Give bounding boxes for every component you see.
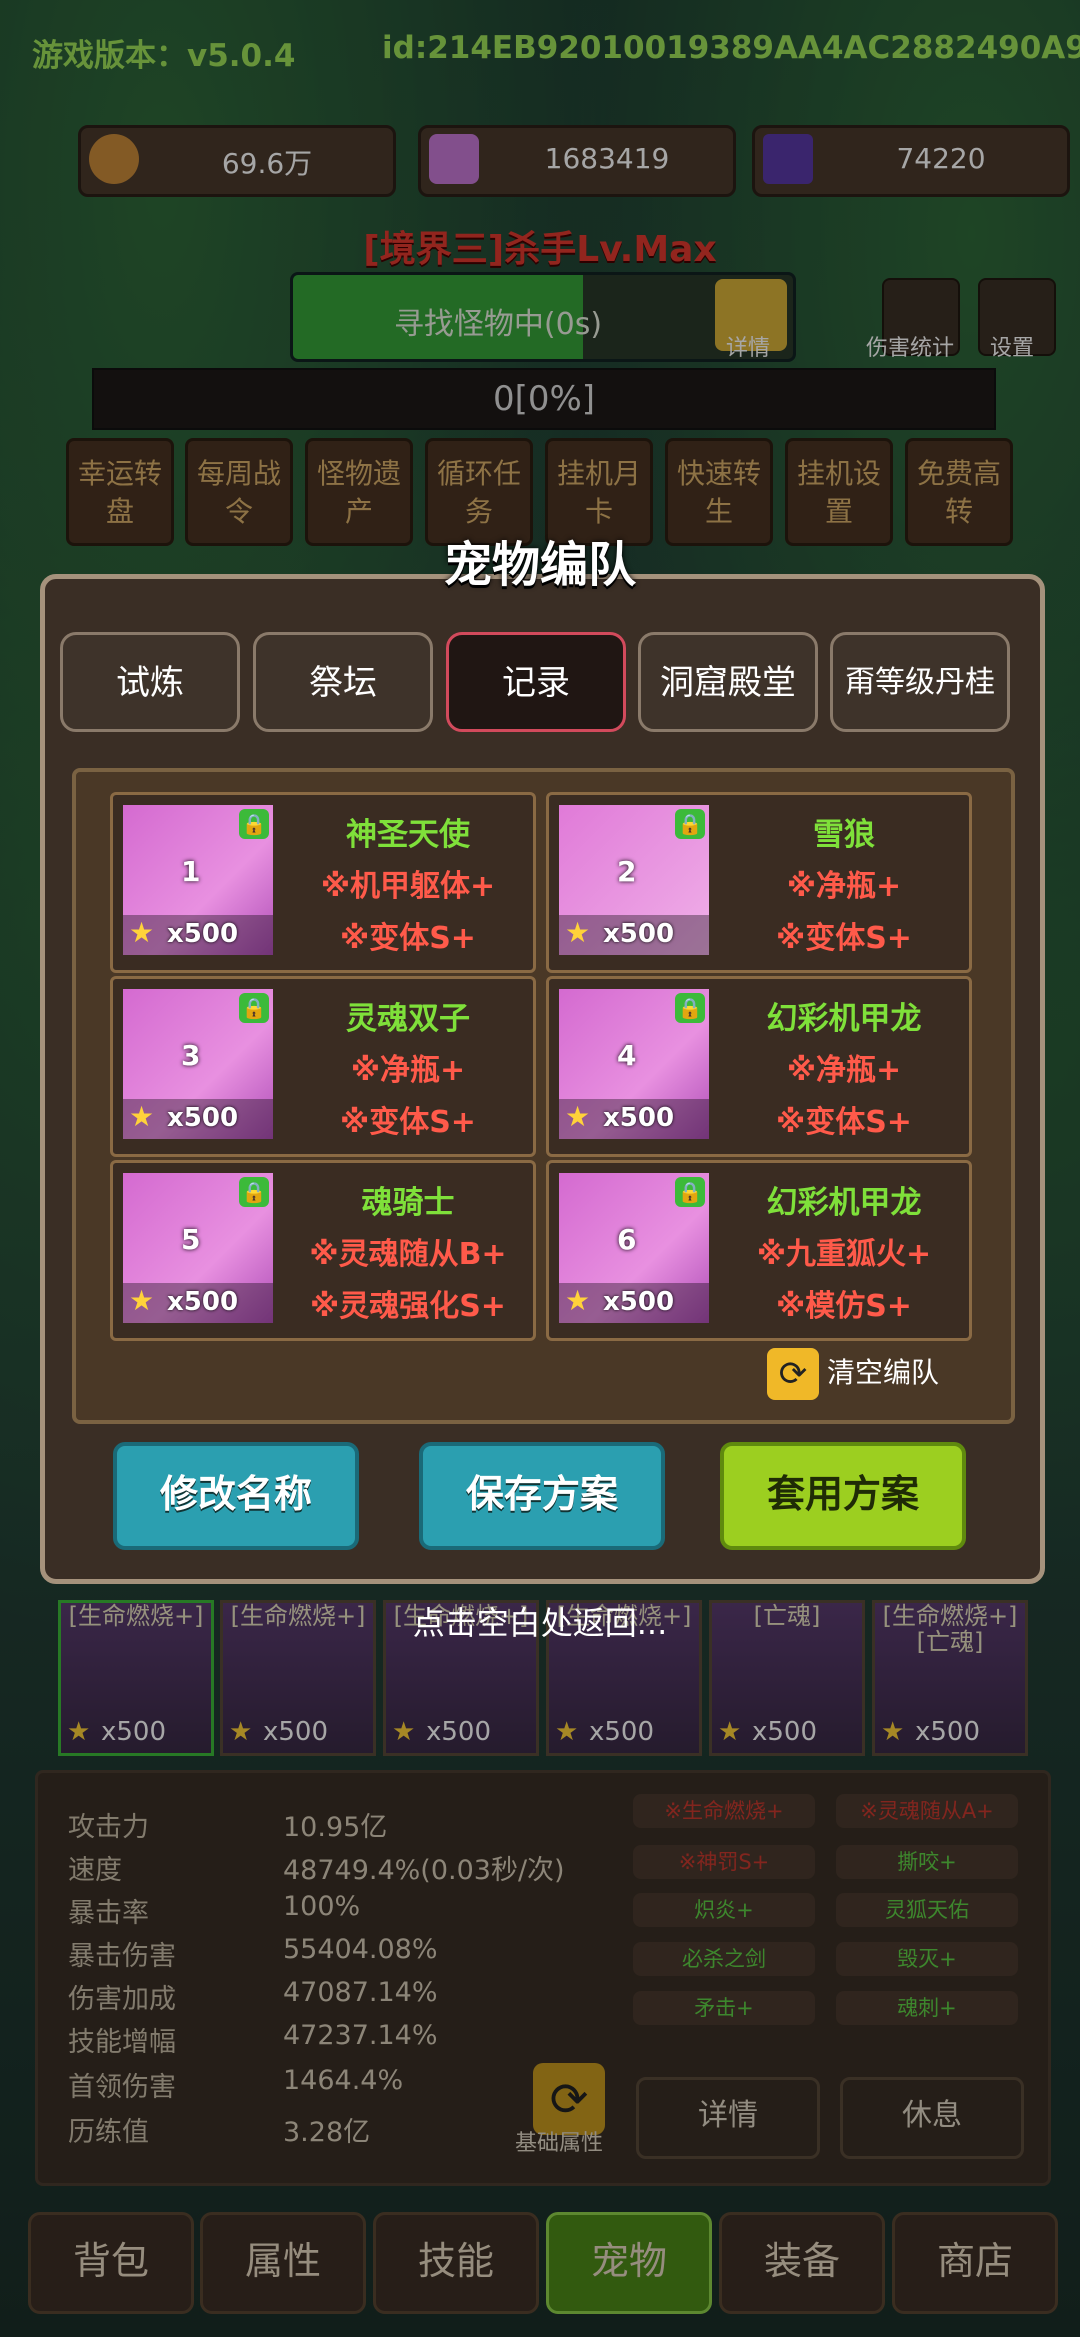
pet-name: 神圣天使: [346, 817, 470, 853]
pet-count: x500: [167, 1287, 239, 1317]
save-plan-button[interactable]: 保存方案: [419, 1442, 665, 1550]
pet-skill: ※灵魂随从B+: [309, 1237, 507, 1272]
pet-portrait: 🔒 5 ★ x500: [123, 1173, 273, 1323]
star-icon: ★: [565, 1100, 591, 1133]
star-icon: ★: [565, 916, 591, 949]
pet-skill: ※净瓶+: [786, 869, 902, 904]
pet-name: 灵魂双子: [346, 1001, 470, 1037]
lock-icon[interactable]: 🔒: [675, 993, 705, 1023]
pet-number: 1: [181, 855, 201, 888]
lock-icon[interactable]: 🔒: [239, 1177, 269, 1207]
pet-card-2[interactable]: 🔒 2 ★ x500 雪狼 ※净瓶+ ※变体S+: [546, 792, 972, 973]
refresh-icon: ⟳: [767, 1348, 819, 1400]
pet-skill: ※净瓶+: [786, 1053, 902, 1088]
pet-number: 2: [617, 855, 637, 888]
pet-skill: ※九重狐火+: [756, 1237, 932, 1272]
tab-cave-hall[interactable]: 洞窟殿堂: [638, 632, 818, 732]
pet-skill: ※模仿S+: [776, 1289, 912, 1324]
rename-button[interactable]: 修改名称: [113, 1442, 359, 1550]
pet-count: x500: [603, 1287, 675, 1317]
pet-card-4[interactable]: 🔒 4 ★ x500 幻彩机甲龙 ※净瓶+ ※变体S+: [546, 976, 972, 1157]
pet-portrait: 🔒 2 ★ x500: [559, 805, 709, 955]
lock-icon[interactable]: 🔒: [239, 993, 269, 1023]
pet-skill: ※净瓶+: [350, 1053, 466, 1088]
pet-count: x500: [603, 1103, 675, 1133]
pet-number: 6: [617, 1223, 637, 1256]
pet-skill: ※变体S+: [776, 921, 912, 956]
tab-altar[interactable]: 祭坛: [253, 632, 433, 732]
pet-card-5[interactable]: 🔒 5 ★ x500 魂骑士 ※灵魂随从B+ ※灵魂强化S+: [110, 1160, 536, 1341]
clear-team-label: 清空编队: [827, 1356, 940, 1389]
pet-skill: ※变体S+: [340, 1105, 476, 1140]
tab-record[interactable]: 记录: [446, 632, 626, 732]
lock-icon[interactable]: 🔒: [239, 809, 269, 839]
apply-plan-button[interactable]: 套用方案: [720, 1442, 966, 1550]
lock-icon[interactable]: 🔒: [675, 1177, 705, 1207]
pet-count: x500: [167, 919, 239, 949]
pet-skill: ※变体S+: [776, 1105, 912, 1140]
pet-portrait: 🔒 1 ★ x500: [123, 805, 273, 955]
lock-icon[interactable]: 🔒: [675, 809, 705, 839]
tap-to-return-hint: 点击空白处返回...: [412, 1604, 668, 1642]
pet-name: 魂骑士: [361, 1185, 455, 1221]
star-icon: ★: [565, 1284, 591, 1317]
pet-name: 幻彩机甲龙: [766, 1185, 922, 1221]
pet-skill: ※机甲躯体+: [320, 869, 496, 904]
pet-card-6[interactable]: 🔒 6 ★ x500 幻彩机甲龙 ※九重狐火+ ※模仿S+: [546, 1160, 972, 1341]
pet-count: x500: [603, 919, 675, 949]
clear-team-button[interactable]: ⟳ 清空编队: [767, 1348, 939, 1400]
pet-count: x500: [167, 1103, 239, 1133]
pet-number: 4: [617, 1039, 637, 1072]
pet-name: 雪狼: [813, 817, 875, 853]
pet-card-1[interactable]: 🔒 1 ★ x500 神圣天使 ※机甲躯体+ ※变体S+: [110, 792, 536, 973]
modal-title: 宠物编队: [443, 537, 636, 593]
tab-level-pill[interactable]: 甭等级丹桂: [830, 632, 1010, 732]
pet-number: 3: [181, 1039, 201, 1072]
star-icon: ★: [129, 1100, 155, 1133]
pet-portrait: 🔒 3 ★ x500: [123, 989, 273, 1139]
pet-number: 5: [181, 1223, 201, 1256]
pet-portrait: 🔒 6 ★ x500: [559, 1173, 709, 1323]
pet-card-3[interactable]: 🔒 3 ★ x500 灵魂双子 ※净瓶+ ※变体S+: [110, 976, 536, 1157]
star-icon: ★: [129, 1284, 155, 1317]
pet-skill: ※变体S+: [340, 921, 476, 956]
pet-portrait: 🔒 4 ★ x500: [559, 989, 709, 1139]
pet-name: 幻彩机甲龙: [766, 1001, 922, 1037]
star-icon: ★: [129, 916, 155, 949]
pet-skill: ※灵魂强化S+: [310, 1289, 506, 1324]
tab-trial[interactable]: 试炼: [60, 632, 240, 732]
